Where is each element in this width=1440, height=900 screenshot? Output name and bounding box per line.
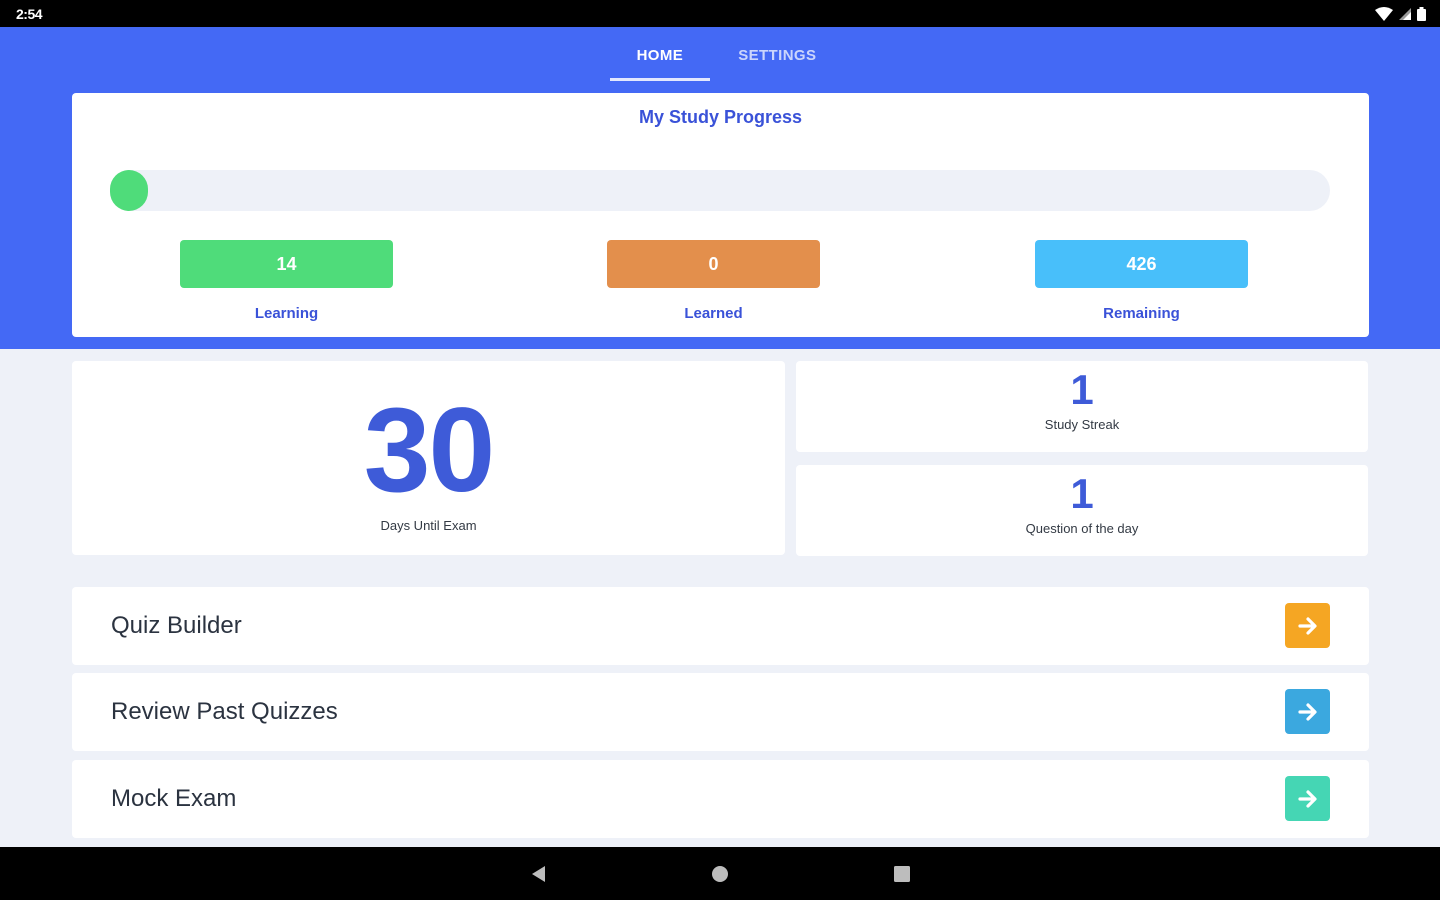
recents-icon <box>894 865 910 882</box>
stat-remaining: 426 Remaining <box>1035 240 1248 322</box>
review-past-quizzes-label: Review Past Quizzes <box>111 698 338 725</box>
review-past-quizzes-row[interactable]: Review Past Quizzes <box>72 673 1369 751</box>
tab-settings[interactable]: SETTINGS <box>724 27 830 83</box>
learned-label: Learned <box>684 305 743 322</box>
learned-count-badge[interactable]: 0 <box>607 240 820 288</box>
question-of-the-day-label: Question of the day <box>1025 521 1139 536</box>
back-icon <box>532 865 545 882</box>
status-icons <box>1375 6 1426 21</box>
learning-label: Learning <box>254 305 319 322</box>
arrow-right-icon <box>1297 702 1317 721</box>
recents-button[interactable] <box>872 847 932 900</box>
mock-exam-row[interactable]: Mock Exam <box>72 760 1369 838</box>
quiz-builder-button[interactable] <box>1285 603 1330 648</box>
arrow-right-icon <box>1297 616 1317 635</box>
tab-bar: HOME SETTINGS <box>0 27 1440 83</box>
arrow-right-icon <box>1297 789 1317 808</box>
stat-learned: 0 Learned <box>607 240 820 322</box>
quiz-builder-label: Quiz Builder <box>111 612 242 639</box>
review-past-quizzes-button[interactable] <box>1285 689 1330 734</box>
signal-icon <box>1399 7 1411 20</box>
days-until-exam-label: Days Until Exam <box>380 518 477 533</box>
home-icon <box>712 865 728 882</box>
question-of-the-day-value: 1 <box>1070 470 1094 517</box>
quiz-builder-row[interactable]: Quiz Builder <box>72 587 1369 665</box>
navigation-bar <box>0 847 1440 900</box>
remaining-count-badge[interactable]: 426 <box>1035 240 1248 288</box>
progress-fill <box>110 170 148 211</box>
study-progress-card: My Study Progress 14 Learning 0 Learned … <box>72 93 1369 337</box>
status-time: 2:54 <box>16 5 43 22</box>
days-until-exam-tile[interactable]: 30 Days Until Exam <box>72 361 785 555</box>
status-bar: 2:54 <box>0 0 1440 27</box>
mock-exam-button[interactable] <box>1285 776 1330 821</box>
back-button[interactable] <box>508 847 568 900</box>
stat-learning: 14 Learning <box>180 240 393 322</box>
study-streak-value: 1 <box>1070 366 1094 413</box>
study-streak-label: Study Streak <box>1044 417 1120 432</box>
home-button[interactable] <box>690 847 750 900</box>
question-of-the-day-tile[interactable]: 1 Question of the day <box>796 465 1368 556</box>
remaining-label: Remaining <box>1103 305 1180 322</box>
learning-count-badge[interactable]: 14 <box>180 240 393 288</box>
tab-home[interactable]: HOME <box>609 27 711 83</box>
battery-icon <box>1417 6 1426 21</box>
progress-bar <box>110 170 1330 211</box>
progress-title: My Study Progress <box>638 107 803 127</box>
mock-exam-label: Mock Exam <box>111 785 237 812</box>
wifi-icon <box>1375 6 1393 21</box>
days-until-exam-value: 30 <box>363 383 495 517</box>
study-streak-tile[interactable]: 1 Study Streak <box>796 361 1368 452</box>
